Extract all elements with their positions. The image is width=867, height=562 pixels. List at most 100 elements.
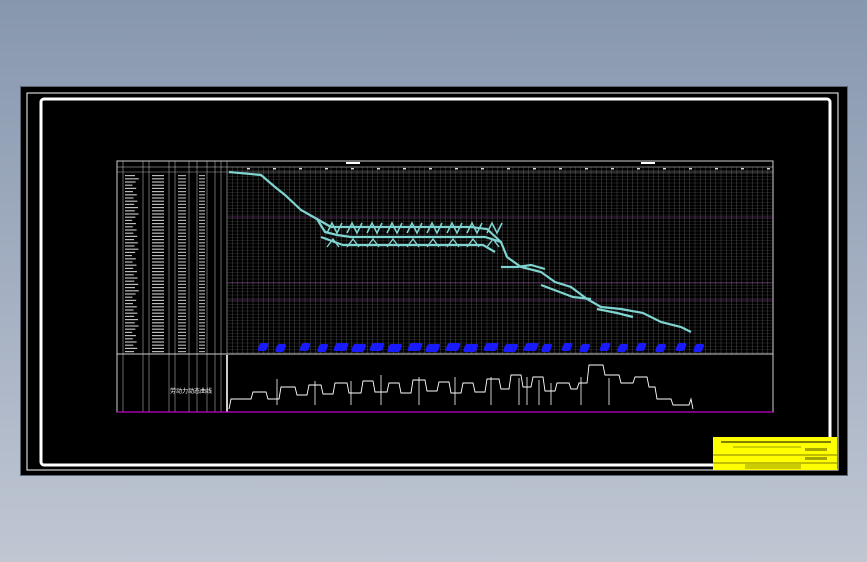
milestone-marker — [675, 343, 687, 351]
activity-start-text — [178, 235, 186, 237]
activity-name-text — [125, 261, 133, 263]
activity-name-text — [125, 335, 136, 337]
activity-finish-text — [199, 271, 205, 273]
schedule-table: 劳动力动态曲线 — [116, 160, 774, 413]
activity-duration-text — [152, 239, 164, 241]
activity-start-text — [178, 219, 186, 221]
activity-duration-text — [152, 248, 164, 250]
header-tick-label — [299, 168, 302, 170]
activity-start-text — [178, 216, 186, 218]
activity-duration-text — [152, 216, 164, 218]
milestone-marker — [503, 344, 519, 352]
activity-name-text — [125, 322, 135, 324]
activity-start-text — [178, 306, 186, 308]
time-scale-header — [117, 162, 773, 173]
activity-start-text — [178, 271, 186, 273]
header-tick-label — [507, 168, 510, 170]
activity-name-text — [125, 181, 136, 183]
milestone-marker — [257, 343, 269, 351]
activity-duration-text — [152, 299, 164, 301]
activity-name-text — [125, 235, 138, 237]
activity-duration-text — [152, 283, 164, 285]
milestone-marker — [463, 344, 479, 352]
activity-finish-text — [199, 258, 205, 260]
schedule-border — [116, 160, 774, 413]
activity-start-text — [178, 258, 186, 260]
activity-start-text — [178, 194, 186, 196]
cad-model-viewport[interactable]: 劳动力动态曲线 — [20, 86, 848, 476]
activity-finish-text — [199, 267, 205, 269]
activity-finish-text — [199, 280, 205, 282]
activity-finish-text — [199, 309, 205, 311]
activity-duration-text — [152, 319, 164, 321]
activity-name-text — [125, 229, 137, 231]
activity-finish-text — [199, 200, 205, 202]
activity-name-text — [125, 325, 139, 327]
header-tick-label — [715, 168, 718, 170]
milestone-marker — [599, 343, 611, 351]
milestone-marker — [635, 343, 647, 351]
activity-duration-text — [152, 200, 164, 202]
header-mark — [346, 162, 360, 164]
activity-duration-text — [152, 296, 164, 298]
activity-duration-text — [152, 203, 164, 205]
activity-name-text — [125, 271, 137, 273]
activity-start-text — [178, 255, 186, 257]
activity-start-text — [178, 232, 186, 234]
activity-name-text — [125, 277, 138, 279]
activity-duration-text — [152, 328, 164, 330]
activity-duration-text — [152, 187, 164, 189]
milestone-marker — [317, 344, 329, 352]
header-tick-label — [559, 168, 562, 170]
activity-finish-text — [199, 322, 205, 324]
activity-start-text — [178, 283, 186, 285]
time-grid — [226, 166, 773, 354]
header-tick-label — [273, 168, 276, 170]
activity-start-text — [178, 261, 186, 263]
activity-start-text — [178, 200, 186, 202]
activity-network — [228, 170, 692, 333]
activity-duration-text — [152, 226, 164, 228]
activity-finish-text — [199, 283, 205, 285]
activity-start-text — [178, 197, 186, 199]
activity-finish-text — [199, 226, 205, 228]
activity-finish-text — [199, 338, 205, 340]
activity-name-text — [125, 210, 135, 212]
activity-duration-text — [152, 315, 164, 317]
activity-finish-text — [199, 261, 205, 263]
activity-start-text — [178, 267, 186, 269]
activity-duration-text — [152, 338, 164, 340]
activity-start-text — [178, 248, 186, 250]
header-tick-label — [325, 168, 328, 170]
milestone-marker — [523, 343, 539, 351]
activity-start-text — [178, 184, 186, 186]
activity-duration-text — [152, 264, 164, 266]
activity-duration-text — [152, 251, 164, 253]
activity-start-text — [178, 325, 186, 327]
activity-name-text — [125, 341, 137, 343]
activity-finish-text — [199, 235, 205, 237]
activity-name-text — [125, 245, 135, 247]
activity-name-text — [125, 287, 135, 289]
activity-start-text — [178, 296, 186, 298]
activity-duration-text — [152, 309, 164, 311]
activity-name-text — [125, 203, 135, 205]
activity-start-text — [178, 242, 186, 244]
activity-name-text — [125, 194, 137, 196]
activity-finish-text — [199, 207, 205, 209]
activity-name-text — [125, 200, 138, 202]
activity-duration-text — [152, 258, 164, 260]
activity-start-text — [178, 229, 186, 231]
activity-finish-text — [199, 335, 205, 337]
activity-finish-text — [199, 293, 205, 295]
activity-duration-text — [152, 335, 164, 337]
activity-finish-text — [199, 344, 205, 346]
activity-finish-text — [199, 197, 205, 199]
activity-start-text — [178, 274, 186, 276]
activity-duration-text — [152, 293, 164, 295]
milestone-markers — [257, 343, 705, 352]
activity-start-text — [178, 351, 186, 353]
activity-start-text — [178, 299, 186, 301]
activity-name-text — [125, 303, 133, 305]
activity-finish-text — [199, 178, 205, 180]
